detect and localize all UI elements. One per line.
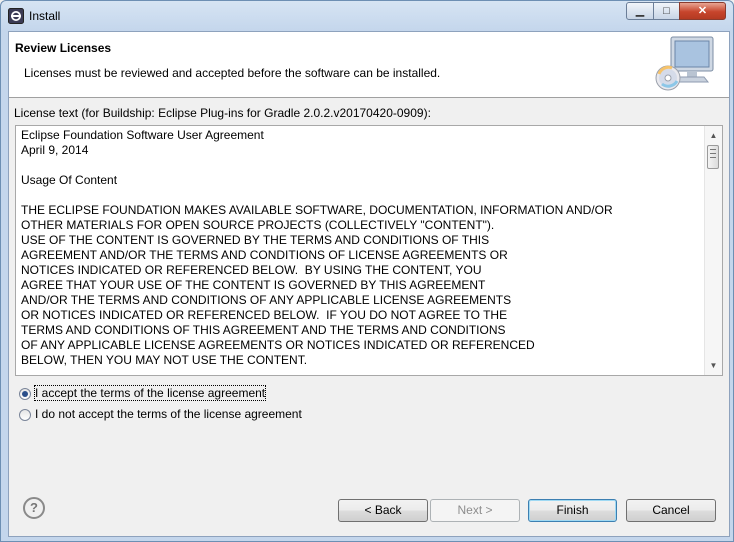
minimize-button[interactable]: ▁: [626, 2, 654, 20]
cancel-button[interactable]: Cancel: [626, 499, 716, 522]
page-title: Review Licenses: [15, 41, 112, 55]
license-line: April 9, 2014: [21, 143, 89, 157]
install-dialog: Install ▁ □ ✕ Review Licenses Licenses m…: [0, 0, 734, 542]
maximize-icon: □: [663, 5, 670, 17]
license-line: THE ECLIPSE FOUNDATION MAKES AVAILABLE S…: [21, 203, 613, 217]
license-line: Eclipse Foundation Software User Agreeme…: [21, 128, 264, 142]
decline-radio[interactable]: [19, 409, 31, 421]
license-line: [21, 188, 701, 203]
close-icon: ✕: [697, 5, 708, 17]
license-line: AGREE THAT YOUR USE OF THE CONTENT IS GO…: [21, 278, 486, 292]
scroll-down-arrow-icon[interactable]: ▼: [705, 358, 722, 374]
scroll-up-arrow-icon[interactable]: ▲: [705, 128, 722, 144]
license-line: OR NOTICES INDICATED OR REFERENCED BELOW…: [21, 308, 508, 322]
license-line: AGREEMENT AND/OR THE TERMS AND CONDITION…: [21, 248, 508, 262]
license-text-label: License text (for Buildship: Eclipse Plu…: [14, 106, 431, 120]
eclipse-icon: [8, 8, 24, 24]
computer-cd-icon: [655, 36, 714, 91]
help-icon[interactable]: ?: [23, 497, 45, 519]
wizard-banner: Review Licenses Licenses must be reviewe…: [9, 32, 729, 98]
window-title: Install: [29, 9, 61, 23]
license-line: OTHER MATERIALS FOR OPEN SOURCE PROJECTS…: [21, 218, 495, 232]
license-line: [21, 158, 701, 173]
title-bar[interactable]: Install ▁ □ ✕: [1, 1, 733, 31]
maximize-button[interactable]: □: [653, 2, 680, 20]
license-text-area[interactable]: Eclipse Foundation Software User Agreeme…: [15, 125, 723, 376]
finish-button[interactable]: Finish: [528, 499, 617, 522]
license-line: TERMS AND CONDITIONS OF THIS AGREEMENT A…: [21, 323, 506, 337]
back-button[interactable]: < Back: [338, 499, 428, 522]
vertical-scrollbar[interactable]: ▲ ▼: [704, 126, 722, 375]
license-line: BELOW, THEN YOU MAY NOT USE THE CONTENT.: [21, 353, 308, 367]
license-line: Usage Of Content: [21, 173, 118, 187]
close-button[interactable]: ✕: [679, 2, 726, 20]
license-line: OF ANY APPLICABLE LICENSE AGREEMENTS OR …: [21, 338, 535, 352]
license-line: AND/OR THE TERMS AND CONDITIONS OF ANY A…: [21, 293, 512, 307]
scrollbar-thumb[interactable]: [707, 145, 719, 169]
decline-label[interactable]: I do not accept the terms of the license…: [35, 407, 302, 421]
license-line: USE OF THE CONTENT IS GOVERNED BY THE TE…: [21, 233, 490, 247]
license-text: Eclipse Foundation Software User Agreeme…: [21, 128, 701, 368]
accept-label[interactable]: I accept the terms of the license agreem…: [33, 385, 267, 401]
page-description: Licenses must be reviewed and accepted b…: [24, 66, 441, 80]
dialog-content: Review Licenses Licenses must be reviewe…: [8, 31, 730, 537]
license-line: NOTICES INDICATED OR REFERENCED BELOW. B…: [21, 263, 482, 277]
next-button[interactable]: Next >: [430, 499, 520, 522]
accept-radio[interactable]: [19, 388, 31, 400]
minimize-icon: ▁: [635, 5, 645, 17]
